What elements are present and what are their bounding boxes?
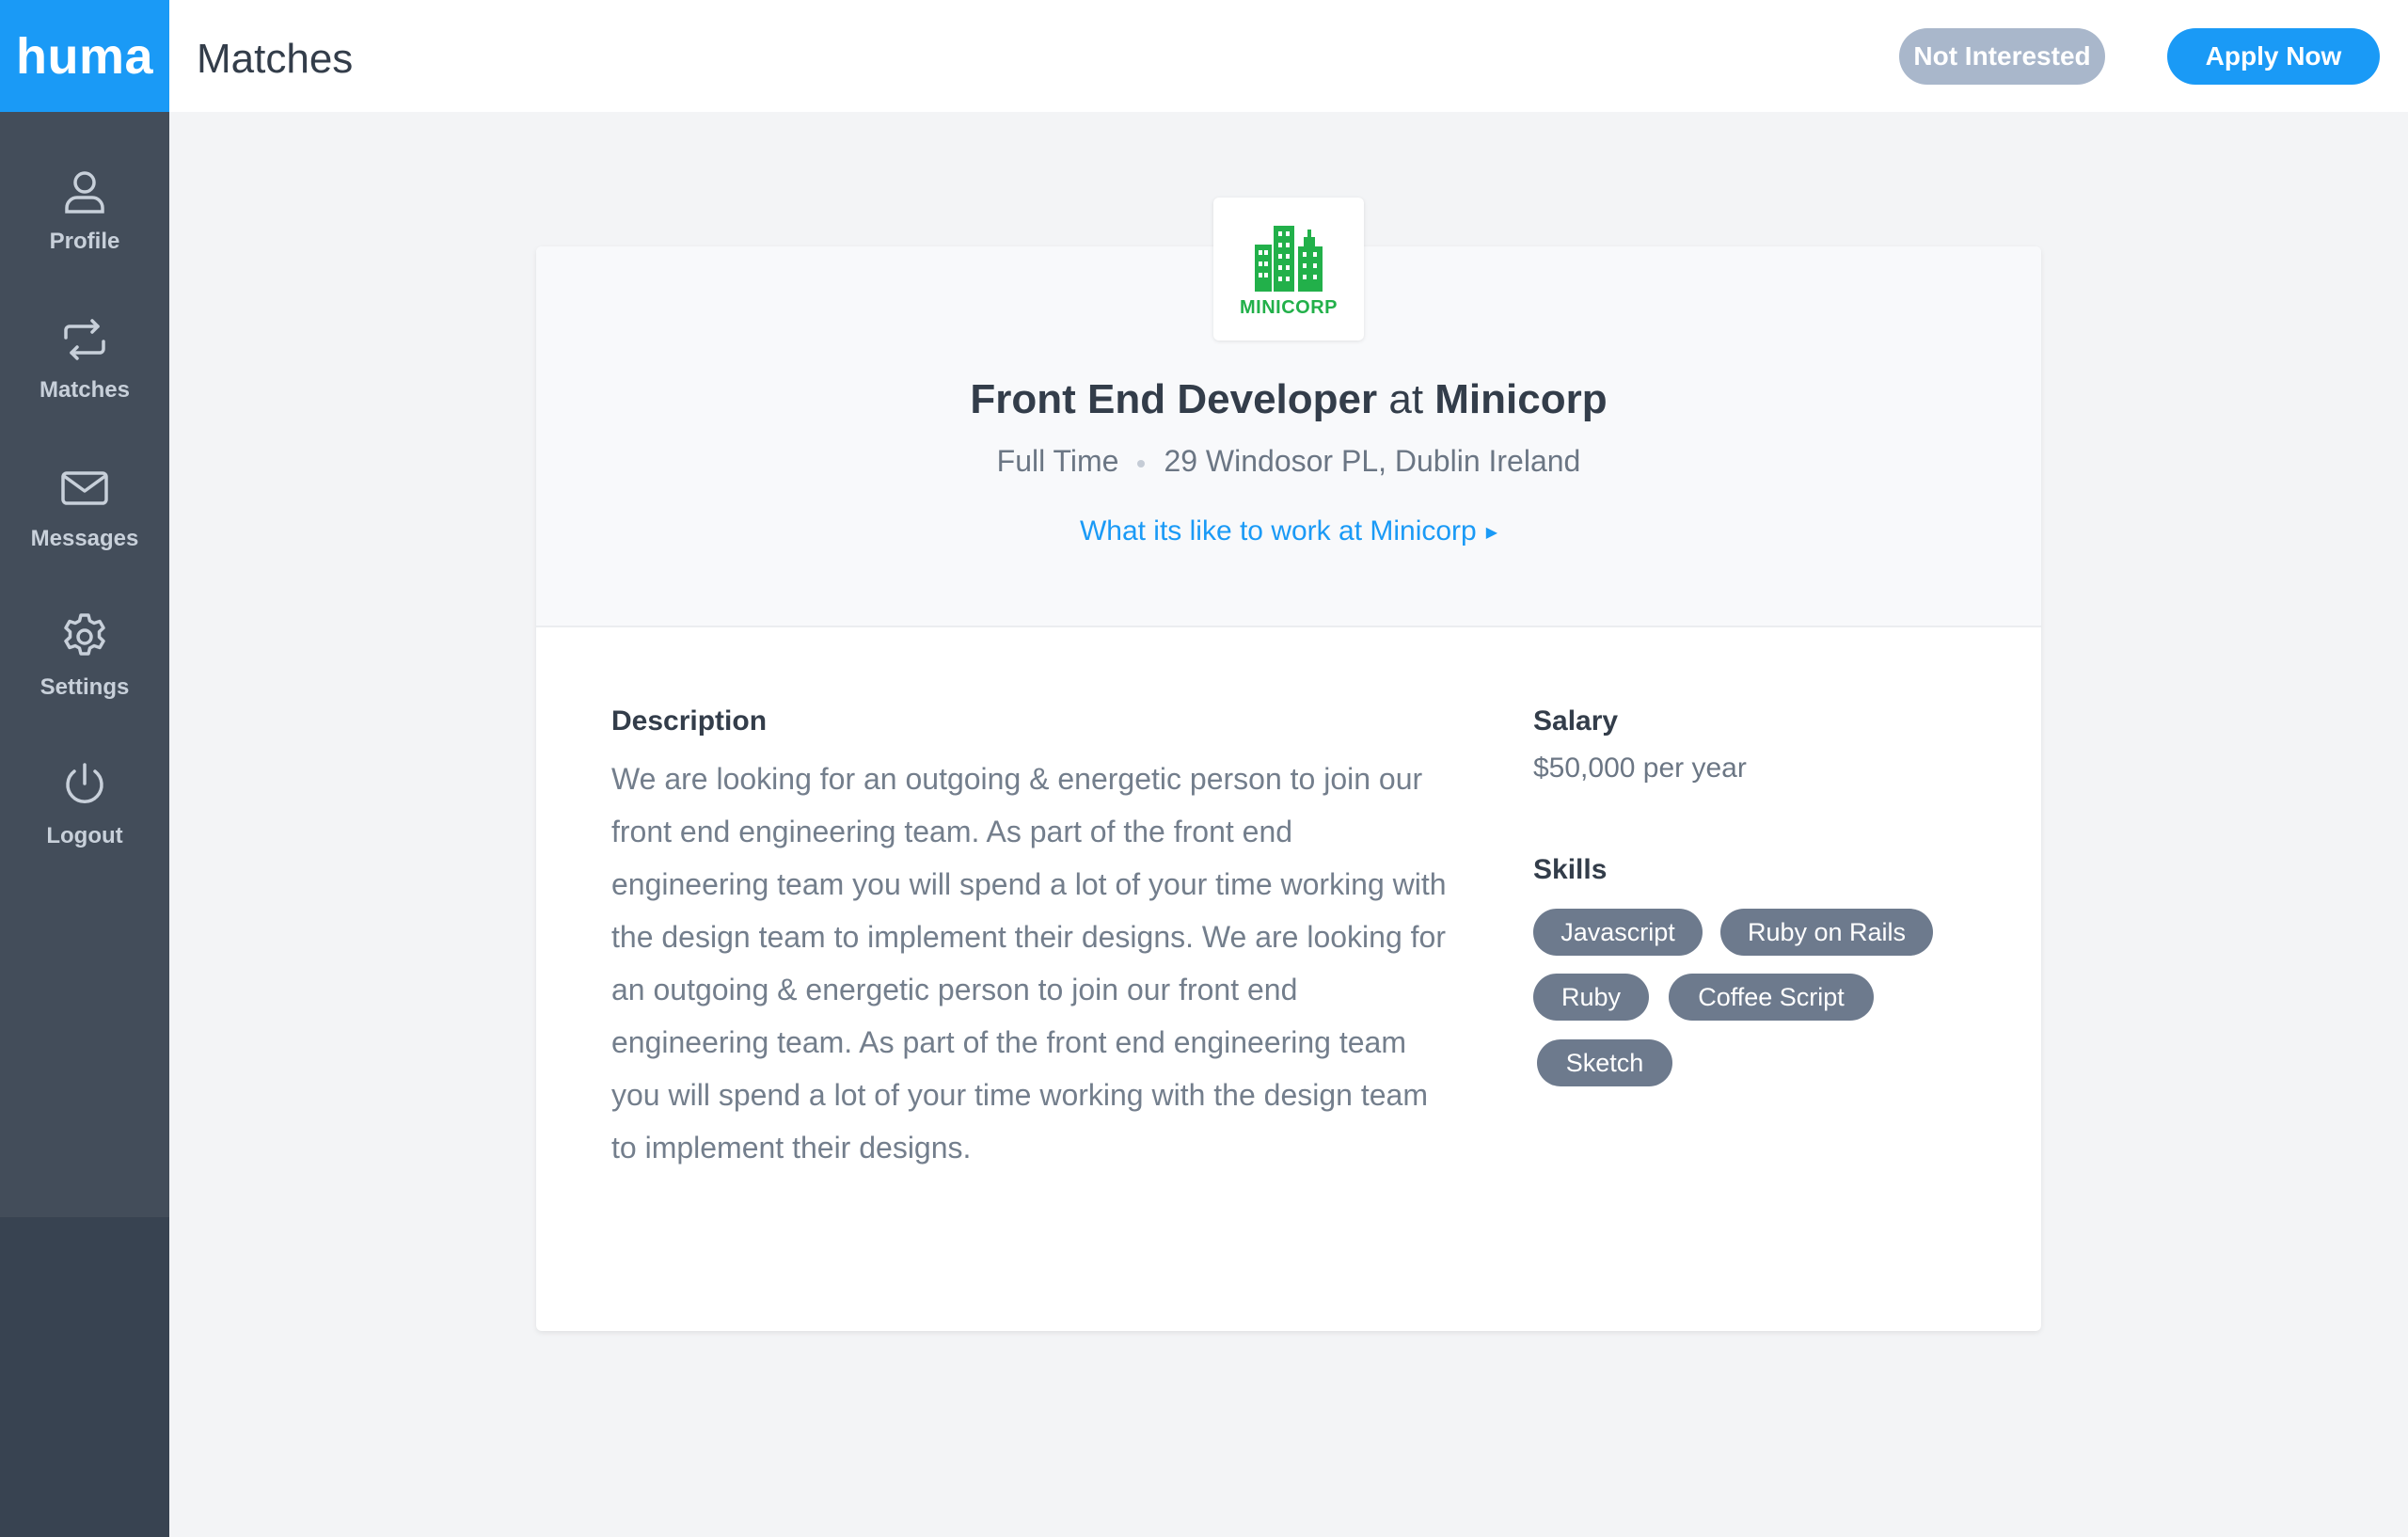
job-location: 29 Windosor PL, Dublin Ireland: [1164, 444, 1581, 478]
job-type: Full Time: [996, 444, 1119, 478]
job-meta: Full Time 29 Windosor PL, Dublin Ireland: [0, 444, 2408, 479]
play-arrow-icon: ▶: [1485, 525, 1498, 542]
description-text: We are looking for an outgoing & energet…: [611, 762, 1447, 1165]
skills-heading: Skills: [1533, 854, 1608, 885]
not-interested-button[interactable]: Not Interested: [1899, 28, 2105, 85]
salary-value: $50,000 per year: [1533, 753, 1747, 784]
culture-link-label[interactable]: What its like to work at Minicorp: [1080, 515, 1477, 547]
sidebar-item-label: Logout: [46, 823, 123, 848]
sidebar-item-settings[interactable]: Settings: [0, 610, 169, 733]
job-role: Front End Developer: [970, 376, 1378, 422]
brand-logo[interactable]: huma: [0, 0, 169, 112]
skill-tag: Javascript: [1533, 909, 1703, 956]
company-logo: MINICORP: [1213, 198, 1364, 341]
swap-icon: [64, 319, 105, 360]
sidebar-nav: Profile Matches Messages Settings Logout: [0, 112, 169, 1217]
job-at: at: [1388, 376, 1424, 422]
company-logo-text: MINICORP: [1240, 296, 1338, 318]
sidebar-item-label: Settings: [40, 674, 130, 700]
job-title: Front End Developer at Minicorp: [0, 376, 2408, 423]
job-company[interactable]: Minicorp: [1434, 376, 1607, 422]
salary-heading: Salary: [1533, 705, 1619, 737]
apply-now-button[interactable]: Apply Now: [2167, 28, 2380, 85]
power-icon: [66, 763, 103, 803]
top-bar: huma Matches Not Interested Apply Now: [0, 0, 2408, 112]
description-heading: Description: [611, 705, 768, 737]
skill-tag: Coffee Script: [1669, 974, 1874, 1021]
skill-tag: Sketch: [1537, 1039, 1672, 1086]
page-title: Matches: [197, 36, 354, 82]
user-icon: [65, 171, 104, 214]
buildings-icon: [1255, 225, 1323, 292]
gear-icon: [64, 613, 105, 656]
sidebar-item-profile[interactable]: Profile: [0, 165, 169, 287]
skill-tag: Ruby: [1533, 974, 1649, 1021]
skill-tag: Ruby on Rails: [1720, 909, 1933, 956]
sidebar: Profile Matches Messages Settings Logout: [0, 112, 169, 1537]
sidebar-item-label: Profile: [49, 229, 120, 254]
separator-dot: [1137, 459, 1146, 467]
culture-link[interactable]: What its like to work at Minicorp ▶: [0, 515, 2408, 547]
sidebar-item-logout[interactable]: Logout: [0, 759, 169, 881]
